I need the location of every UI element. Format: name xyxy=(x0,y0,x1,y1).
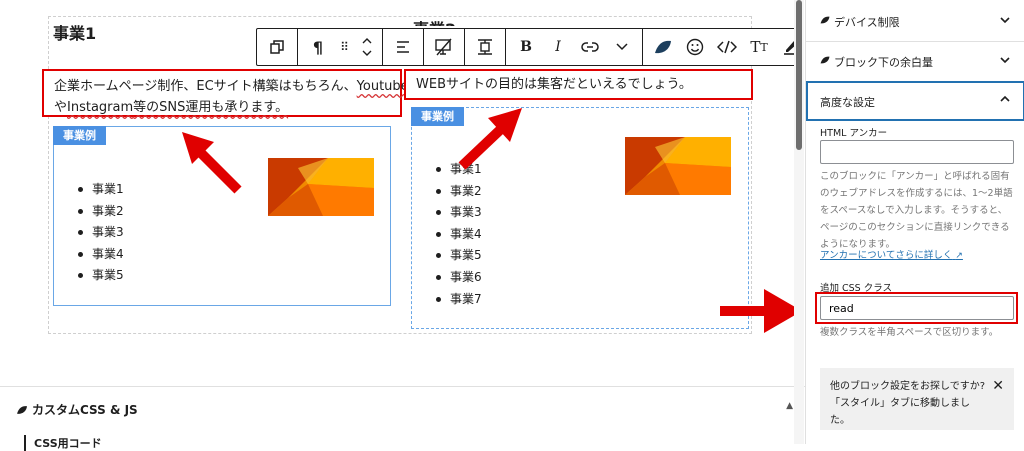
panel-title: デバイス制限 xyxy=(834,16,900,29)
transform-icon[interactable] xyxy=(261,29,293,65)
leaf-icon[interactable] xyxy=(647,29,679,65)
settings-sidebar: デバイス制限 ブロック下の余白量 高度な設定 HTML アンカー このブロックに… xyxy=(805,0,1024,444)
css-class-input[interactable] xyxy=(820,296,1014,320)
anchor-help-text: このブロックに「アンカー」と呼ばれる固有のウェブアドレスを作成するには、1〜2単… xyxy=(820,171,1013,250)
leaf-icon xyxy=(17,405,27,414)
custom-css-js-panel: カスタムCSS & JS ▲ CSS用コード xyxy=(0,386,805,451)
css-class-help-text: 複数クラスを半角スペースで区切ります。 xyxy=(820,327,999,338)
text-size-icon[interactable]: TT xyxy=(743,29,775,65)
chevron-down-icon xyxy=(1000,17,1010,24)
align-icon[interactable] xyxy=(387,29,419,65)
panel-title: 高度な設定 xyxy=(820,96,875,109)
list-item: 事業3 xyxy=(434,202,482,224)
paragraph-spell-word: Youtube xyxy=(356,79,409,94)
settings-moved-notice: 他のブロック設定をお探しですか?「スタイル」タブに移動しました。 ✕ xyxy=(820,368,1014,430)
box-label: 事業例 xyxy=(53,126,106,145)
list-item: 事業7 xyxy=(434,289,482,311)
code-icon[interactable] xyxy=(711,29,743,65)
block-spacing-icon[interactable] xyxy=(469,29,501,65)
bold-icon[interactable]: B xyxy=(510,29,542,65)
collapse-caret-icon[interactable]: ▲ xyxy=(786,401,793,411)
paragraph-spell-word: Instagram xyxy=(67,100,134,115)
paragraph-text: 企業ホームページ制作、ECサイト構築はもちろん、 xyxy=(54,79,357,94)
list-item: 事業5 xyxy=(434,245,482,267)
css-code-label: CSS用コード xyxy=(24,435,102,451)
anchor-learn-more-link[interactable]: アンカーについてさらに詳しく ↗ xyxy=(820,247,963,261)
list-item: 事業2 xyxy=(434,181,482,203)
column1-paragraph[interactable]: 企業ホームページ制作、ECサイト構築はもちろん、Youtube やInstagr… xyxy=(42,69,409,117)
panel-advanced[interactable]: 高度な設定 xyxy=(806,81,1024,121)
red-arrow-icon xyxy=(182,132,242,194)
leaf-icon xyxy=(820,56,830,64)
html-anchor-input[interactable] xyxy=(820,140,1014,164)
italic-icon[interactable]: I xyxy=(542,29,574,65)
toolbar-group-visibility xyxy=(424,29,465,65)
paragraph-icon[interactable]: ¶ xyxy=(302,29,334,65)
list-item: 事業2 xyxy=(76,201,124,223)
toolbar-group-spacing xyxy=(465,29,506,65)
html-anchor-label: HTML アンカー xyxy=(820,128,888,139)
paragraph-text: や xyxy=(54,100,68,115)
leaf-icon xyxy=(820,16,830,24)
list-item: 事業4 xyxy=(76,244,124,266)
list-item: 事業4 xyxy=(434,224,482,246)
panel-margin-below[interactable]: ブロック下の余白量 xyxy=(806,42,1024,82)
toolbar-group-align xyxy=(383,29,424,65)
block-toolbar: ¶ ⠿ B I T T xyxy=(256,28,834,66)
move-updown-icon[interactable] xyxy=(356,29,378,65)
toolbar-group-block: ¶ ⠿ xyxy=(298,29,383,65)
toolbar-group-extras: TT xyxy=(643,29,812,65)
column2-list: 事業1 事業2 事業3 事業4 事業5 事業6 事業7 xyxy=(434,159,482,310)
link-icon[interactable] xyxy=(574,29,606,65)
external-link-icon: ↗ xyxy=(955,251,963,261)
red-arrow-icon xyxy=(720,289,802,333)
paragraph-text: 等のSNS運用も承ります。 xyxy=(133,100,289,115)
column2-paragraph[interactable]: WEBサイトの目的は集客だといえるでしょう。 xyxy=(404,69,753,100)
toolbar-group-transform xyxy=(257,29,298,65)
list-item: 事業3 xyxy=(76,222,124,244)
more-rich-text-icon[interactable] xyxy=(606,29,638,65)
panel-title: ブロック下の余白量 xyxy=(834,56,933,69)
chevron-down-icon xyxy=(1000,57,1010,64)
anchor-learn-more-text: アンカーについてさらに詳しく xyxy=(820,250,953,261)
chevron-up-icon xyxy=(1000,95,1010,102)
column1-heading[interactable]: 事業1 xyxy=(53,20,96,44)
custom-css-js-label: カスタムCSS & JS xyxy=(32,403,138,417)
column2-heading[interactable]: 事業2 xyxy=(413,16,456,26)
list-item: 事業1 xyxy=(76,179,124,201)
drag-handle-icon[interactable]: ⠿ xyxy=(334,29,356,65)
panel-device-limit[interactable]: デバイス制限 xyxy=(806,2,1024,42)
custom-css-js-title[interactable]: カスタムCSS & JS xyxy=(16,401,138,418)
editor-scrollbar[interactable] xyxy=(794,0,804,444)
notice-text: 他のブロック設定をお探しですか?「スタイル」タブに移動しました。 xyxy=(830,381,986,426)
column1-list: 事業1 事業2 事業3 事業4 事業5 xyxy=(76,179,124,287)
list-item: 事業5 xyxy=(76,265,124,287)
orange-abstract-image[interactable] xyxy=(625,137,731,195)
block-editor-canvas: 事業1 事業2 企業ホームページ制作、ECサイト構築はもちろん、Youtube … xyxy=(0,0,834,451)
red-arrow-icon xyxy=(458,108,522,170)
visibility-icon[interactable] xyxy=(428,29,460,65)
close-icon[interactable]: ✕ xyxy=(992,378,1004,395)
list-item: 事業6 xyxy=(434,267,482,289)
orange-abstract-image[interactable] xyxy=(268,158,374,216)
scrollbar-thumb[interactable] xyxy=(796,0,802,150)
emoji-icon[interactable] xyxy=(679,29,711,65)
toolbar-group-format: B I xyxy=(506,29,643,65)
